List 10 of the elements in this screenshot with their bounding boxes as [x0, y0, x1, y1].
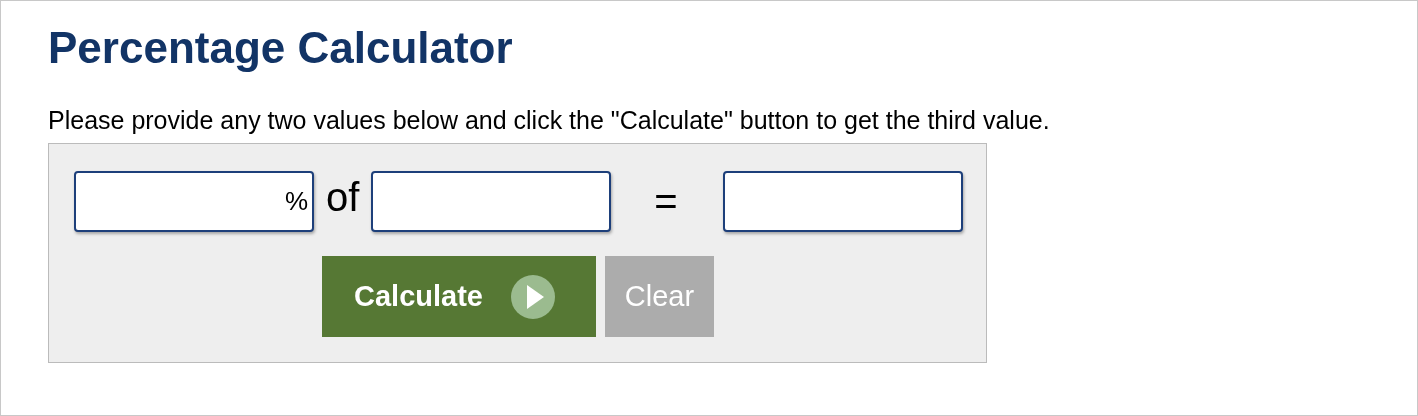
instructions-text: Please provide any two values below and click the "Calculate" button to get the third value. — [48, 105, 1051, 135]
input-field[interactable] — [371, 170, 612, 232]
input-field[interactable] — [722, 170, 963, 232]
calculate-button[interactable]: Calculate — [322, 256, 596, 337]
play-icon — [510, 274, 555, 319]
page-title: Percentage Calculator — [48, 22, 514, 74]
equals-sign: = — [654, 179, 678, 223]
percent-sign: % — [284, 184, 308, 217]
of-label: of — [326, 175, 360, 219]
input-field[interactable] — [74, 170, 314, 232]
